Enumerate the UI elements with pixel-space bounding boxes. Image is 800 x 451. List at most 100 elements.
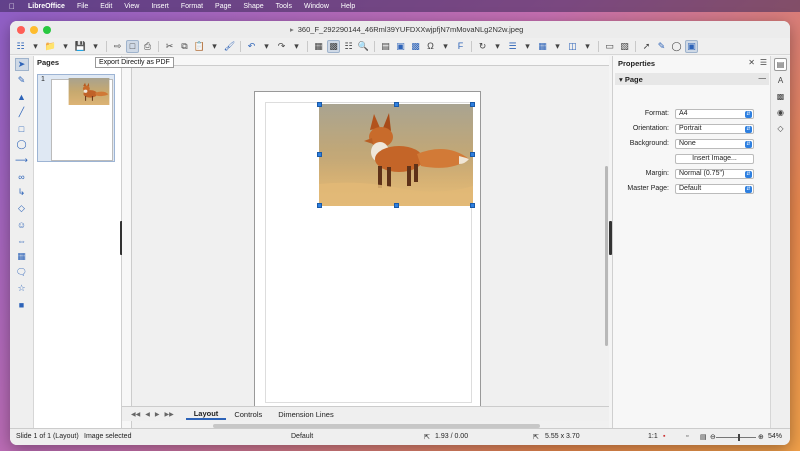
- new-document-icon[interactable]: ☷: [14, 40, 27, 53]
- minimize-window-button[interactable]: [30, 25, 38, 34]
- dropdown-arrow-icon[interactable]: ▾: [290, 40, 303, 53]
- callouts-icon[interactable]: 🗨: [15, 266, 29, 279]
- menu-format[interactable]: Format: [181, 3, 203, 10]
- prev-tab-icon[interactable]: ◀: [145, 411, 150, 418]
- undo-icon[interactable]: ↶: [245, 40, 258, 53]
- open-folder-icon[interactable]: 📁: [44, 40, 57, 53]
- shapes-deck-icon[interactable]: ◇: [774, 122, 787, 135]
- export-icon[interactable]: ⇨: [111, 40, 124, 53]
- arrange-icon[interactable]: ▦: [536, 40, 549, 53]
- zoom-window-button[interactable]: [43, 25, 51, 34]
- zoom-level[interactable]: 54%: [768, 433, 782, 440]
- helplines-icon[interactable]: ▩: [327, 39, 340, 53]
- connector-tool-icon[interactable]: ↳: [15, 186, 29, 199]
- glue-points-icon[interactable]: ✎: [655, 40, 668, 53]
- menu-edit[interactable]: Edit: [100, 3, 112, 10]
- clone-formatting-icon[interactable]: 🖌: [223, 40, 236, 53]
- 3d-objects-icon[interactable]: ■: [15, 298, 29, 311]
- toggle-extrusion-icon[interactable]: ◯: [670, 40, 683, 53]
- dropdown-arrow-icon[interactable]: ▾: [439, 40, 452, 53]
- zoom-pan-icon[interactable]: 🔍: [357, 40, 370, 53]
- fill-color-icon[interactable]: ▲: [15, 90, 29, 103]
- points-icon[interactable]: ➚: [640, 40, 653, 53]
- margin-select[interactable]: Normal (0.75") ⇵: [675, 168, 754, 179]
- menu-file[interactable]: File: [77, 3, 88, 10]
- selection-handle-bottom-right[interactable]: [470, 203, 475, 208]
- next-tab-icon[interactable]: ▶: [155, 411, 160, 418]
- sidebar-menu-icon[interactable]: ☰: [760, 58, 767, 67]
- arrow-line-tool-icon[interactable]: ⟶: [15, 154, 29, 167]
- stars-icon[interactable]: ☆: [15, 282, 29, 295]
- zoom-slider-knob[interactable]: [738, 434, 740, 441]
- close-window-button[interactable]: [17, 25, 25, 34]
- orientation-select[interactable]: Portrait ⇵: [675, 123, 754, 134]
- zoom-slider-track[interactable]: [716, 437, 756, 438]
- fontwork-icon[interactable]: F: [454, 40, 467, 53]
- menu-insert[interactable]: Insert: [151, 3, 169, 10]
- distribute-icon[interactable]: ◫: [566, 40, 579, 53]
- curve-tool-icon[interactable]: ∞: [15, 170, 29, 183]
- page-thumbnail[interactable]: 1: [37, 74, 115, 162]
- apple-icon[interactable]: : [8, 2, 16, 11]
- selection-handle-middle-left[interactable]: [317, 152, 322, 157]
- shadow-icon[interactable]: ▭: [603, 40, 616, 53]
- more-options-icon[interactable]: —: [759, 73, 767, 82]
- cut-icon[interactable]: ✂: [163, 40, 176, 53]
- selection-handle-bottom-center[interactable]: [394, 203, 399, 208]
- copy-icon[interactable]: ⧉: [178, 40, 191, 53]
- menu-page[interactable]: Page: [215, 3, 231, 10]
- print-icon[interactable]: ⎙: [141, 40, 154, 53]
- selection-handle-bottom-left[interactable]: [317, 203, 322, 208]
- grid-icon[interactable]: ▦: [312, 40, 325, 53]
- menu-app-name[interactable]: LibreOffice: [28, 3, 65, 10]
- insert-chart-icon[interactable]: ▩: [409, 40, 422, 53]
- crop-icon[interactable]: ▧: [618, 40, 631, 53]
- paste-icon[interactable]: 📋: [193, 40, 206, 53]
- dropdown-arrow-icon[interactable]: ▾: [581, 40, 594, 53]
- menu-tools[interactable]: Tools: [276, 3, 292, 10]
- navigator-deck-icon[interactable]: ◉: [774, 106, 787, 119]
- document-canvas[interactable]: [122, 56, 609, 428]
- fox-image[interactable]: [319, 104, 473, 206]
- export-pdf-icon[interactable]: □: [126, 39, 139, 53]
- master-page-select[interactable]: Default ⇵: [675, 183, 754, 194]
- background-select[interactable]: None ⇵: [675, 138, 754, 149]
- styles-deck-icon[interactable]: A: [774, 74, 787, 87]
- dropdown-arrow-icon[interactable]: ▾: [551, 40, 564, 53]
- snap-icon[interactable]: ☷: [342, 40, 355, 53]
- symbol-shapes-icon[interactable]: ☺: [15, 218, 29, 231]
- dropdown-arrow-icon[interactable]: ▾: [59, 40, 72, 53]
- special-character-icon[interactable]: Ω: [424, 40, 437, 53]
- menu-view[interactable]: View: [124, 3, 139, 10]
- menu-shape[interactable]: Shape: [243, 3, 263, 10]
- format-select[interactable]: A4 ⇵: [675, 108, 754, 119]
- rectangle-tool-icon[interactable]: □: [15, 122, 29, 135]
- block-arrows-icon[interactable]: ⇔: [15, 234, 29, 247]
- tab-layout[interactable]: Layout: [185, 409, 227, 420]
- dropdown-arrow-icon[interactable]: ▾: [208, 40, 221, 53]
- save-icon[interactable]: 💾: [74, 40, 87, 53]
- insert-image-button[interactable]: Insert Image...: [675, 153, 754, 164]
- dropdown-arrow-icon[interactable]: ▾: [89, 40, 102, 53]
- dropdown-arrow-icon[interactable]: ▾: [29, 40, 42, 53]
- selection-handle-middle-right[interactable]: [470, 152, 475, 157]
- dropdown-arrow-icon[interactable]: ▾: [521, 40, 534, 53]
- text-box-icon[interactable]: ▤: [379, 40, 392, 53]
- selection-handle-top-right[interactable]: [470, 102, 475, 107]
- selection-handle-top-left[interactable]: [317, 102, 322, 107]
- insert-image-icon[interactable]: ▣: [394, 40, 407, 53]
- selection-handle-top-center[interactable]: [394, 102, 399, 107]
- ellipse-tool-icon[interactable]: ◯: [15, 138, 29, 151]
- basic-shapes-icon[interactable]: ◇: [15, 202, 29, 215]
- dropdown-arrow-icon[interactable]: ▾: [260, 40, 273, 53]
- last-tab-icon[interactable]: ▶▶: [164, 411, 173, 418]
- menu-window[interactable]: Window: [304, 3, 329, 10]
- dropdown-arrow-icon[interactable]: ▾: [491, 40, 504, 53]
- gallery-deck-icon[interactable]: ▩: [774, 90, 787, 103]
- transformations-icon[interactable]: ↻: [476, 40, 489, 53]
- zoom-out-icon[interactable]: ⊖: [710, 433, 716, 441]
- menu-help[interactable]: Help: [341, 3, 355, 10]
- scale-status[interactable]: 1:1: [648, 433, 658, 440]
- tab-dimension-lines[interactable]: Dimension Lines: [270, 410, 341, 419]
- draw-page[interactable]: [254, 91, 481, 415]
